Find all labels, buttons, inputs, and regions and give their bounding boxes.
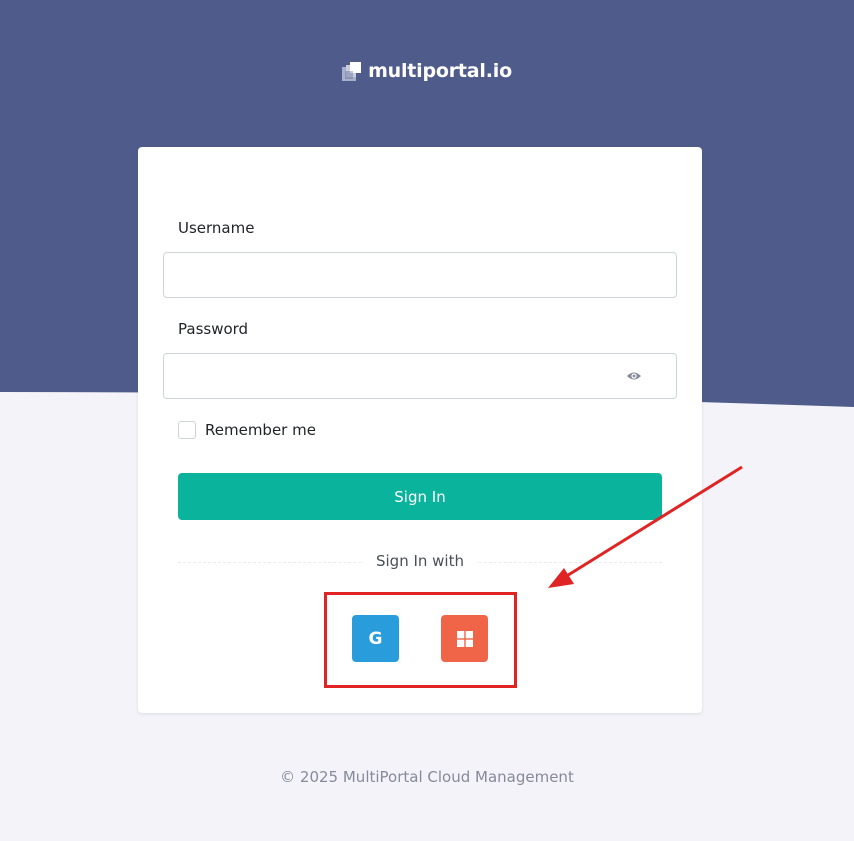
annotation-highlight-box	[324, 592, 517, 688]
eye-icon[interactable]	[626, 368, 642, 384]
username-label: Username	[178, 219, 255, 237]
brand-logo[interactable]: multiportal.io	[0, 60, 854, 82]
multiportal-logo-icon	[342, 61, 362, 81]
username-input[interactable]	[163, 252, 677, 298]
password-input[interactable]	[163, 353, 677, 399]
remember-me-label: Remember me	[205, 421, 316, 439]
remember-me: Remember me	[178, 421, 316, 439]
brand-name: multiportal.io	[368, 60, 512, 82]
sign-in-with-label: Sign In with	[363, 552, 476, 570]
footer-copyright: © 2025 MultiPortal Cloud Management	[280, 768, 574, 786]
password-label: Password	[178, 320, 249, 338]
sign-in-with: Sign In with	[138, 551, 702, 570]
sign-in-button[interactable]: Sign In	[178, 473, 662, 520]
remember-me-checkbox[interactable]	[178, 421, 196, 439]
